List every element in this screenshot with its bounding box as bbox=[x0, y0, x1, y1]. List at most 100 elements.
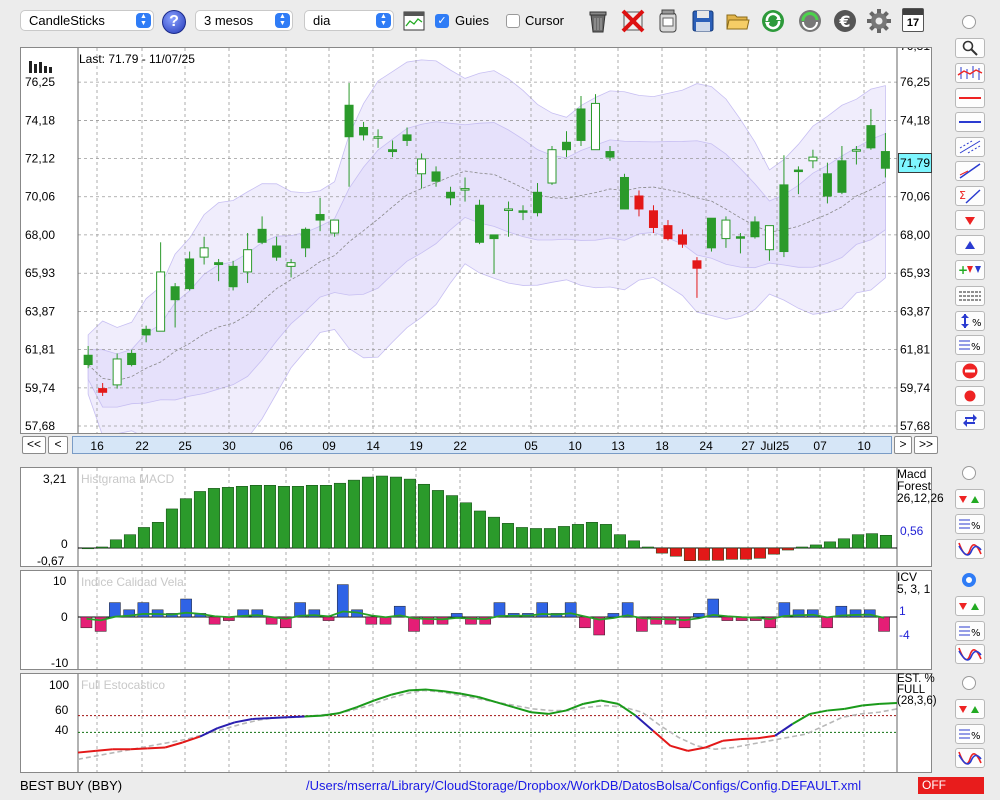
macd-oscillator-button[interactable] bbox=[955, 539, 985, 559]
price-panel-radio[interactable] bbox=[962, 15, 976, 29]
off-toggle[interactable]: OFF bbox=[918, 777, 984, 794]
swap-button[interactable] bbox=[955, 410, 985, 430]
candles-icon bbox=[957, 66, 983, 80]
gear-icon[interactable] bbox=[866, 8, 892, 34]
sto-k-segment bbox=[583, 699, 601, 705]
sto-signals-button[interactable] bbox=[955, 699, 985, 719]
price-y-label-right: 65,93 bbox=[900, 266, 930, 280]
euro-icon[interactable]: € bbox=[832, 8, 858, 34]
grid-lines-button[interactable] bbox=[955, 286, 985, 306]
macd-bar bbox=[501, 523, 514, 549]
date-axis-bar[interactable]: 16 22 25 30 06 09 14 19 22 05 10 13 18 24 27 Jul25 07 10 bbox=[72, 436, 892, 454]
trash-icon[interactable] bbox=[585, 8, 611, 34]
red-green-arrows-icon bbox=[959, 603, 979, 610]
arrow-up-button[interactable] bbox=[955, 235, 985, 255]
channel-tool-button[interactable] bbox=[955, 137, 985, 157]
horizontal-red-line-button[interactable] bbox=[955, 88, 985, 108]
price-panel[interactable]: 76,3176,2576,2574,1874,1872,1272,1270,06… bbox=[20, 47, 932, 434]
candle-body bbox=[98, 388, 108, 393]
macd-panel-radio[interactable] bbox=[962, 466, 976, 480]
record-icon bbox=[964, 390, 976, 402]
macd-bar bbox=[753, 547, 766, 559]
candle-body bbox=[330, 219, 340, 234]
chart-type-value: CandleSticks bbox=[29, 13, 105, 28]
macd-y-label: 0 bbox=[61, 537, 68, 551]
sto-legend: EST. % FULL (28,3,6) bbox=[897, 673, 937, 707]
red-green-arrows-icon bbox=[959, 706, 979, 713]
sto-oscillator-button[interactable] bbox=[955, 748, 985, 768]
macd-bar bbox=[221, 487, 234, 549]
sto-k-segment bbox=[757, 734, 776, 740]
stochastic-panel[interactable]: Full Estocastico 100 60 40 EST. % FULL (… bbox=[20, 673, 937, 773]
config-path-link[interactable]: /Users/mserra/Library/CloudStorage/Dropb… bbox=[306, 778, 861, 793]
nav-last-button[interactable]: >> bbox=[914, 436, 938, 454]
sto-k-segment bbox=[409, 688, 427, 692]
sto-k-segment bbox=[722, 738, 741, 742]
macd-panel[interactable]: Histgrama MACD 3,21 0 -0,67 Macd Forest … bbox=[20, 467, 944, 568]
icv-percent-button[interactable]: % bbox=[955, 621, 985, 641]
nav-first-button[interactable]: << bbox=[22, 436, 46, 454]
icv-bar bbox=[878, 616, 890, 632]
macd-bar bbox=[809, 544, 822, 549]
icv-legend: ICV 5, 3, 1 bbox=[897, 571, 930, 595]
chart-window-icon[interactable] bbox=[403, 11, 425, 31]
icv-panel[interactable]: Indice Calidad Vela 10 0 -10 ICV 5, 3, 1… bbox=[20, 570, 932, 670]
icv-y-label: 10 bbox=[53, 574, 67, 588]
macd-legend-3: 26,12,26 bbox=[897, 491, 944, 505]
zoom-button[interactable] bbox=[955, 38, 985, 58]
open-folder-icon[interactable] bbox=[725, 8, 751, 34]
calendar-icon[interactable]: 17 bbox=[902, 8, 924, 32]
sigma-tool-button[interactable]: Σ bbox=[955, 186, 985, 206]
nav-prev-button[interactable]: < bbox=[48, 436, 68, 454]
macd-bar bbox=[487, 516, 500, 549]
macd-legend: Macd Forest 26,12,26 bbox=[897, 468, 944, 504]
sto-percent-button[interactable]: % bbox=[955, 724, 985, 744]
macd-percent-button[interactable]: % bbox=[955, 514, 985, 534]
add-signal-button[interactable]: + bbox=[955, 260, 985, 280]
sto-k-segment bbox=[252, 717, 270, 720]
candles-tool-button[interactable] bbox=[955, 63, 985, 83]
stop-button[interactable] bbox=[955, 361, 985, 381]
svg-text:%: % bbox=[971, 731, 981, 742]
grid-lines-icon bbox=[959, 291, 981, 301]
sto-k-segment bbox=[234, 717, 253, 724]
network-refresh-icon[interactable] bbox=[797, 8, 823, 34]
icv-oscillator-button[interactable] bbox=[955, 644, 985, 664]
macd-bar bbox=[585, 522, 598, 549]
date-tick-label: 30 bbox=[222, 439, 236, 453]
price-y-label: 70,06 bbox=[25, 190, 55, 204]
arrow-down-button[interactable] bbox=[955, 210, 985, 230]
icv-bar bbox=[678, 616, 691, 629]
svg-text:%: % bbox=[971, 342, 981, 353]
price-y-label-right: 57,68 bbox=[900, 419, 930, 433]
sto-d-line bbox=[77, 689, 898, 761]
bar-chart-icon[interactable] bbox=[27, 55, 53, 73]
guides-checkbox[interactable]: ✓ bbox=[435, 14, 449, 28]
percent-scale-button[interactable]: % bbox=[955, 311, 985, 331]
jar-icon[interactable] bbox=[655, 8, 681, 34]
icv-bar bbox=[493, 602, 506, 618]
refresh-icon[interactable] bbox=[760, 8, 786, 34]
stochastic-panel-radio[interactable] bbox=[962, 676, 976, 690]
icv-signals-button[interactable] bbox=[955, 596, 985, 616]
nav-next-button[interactable]: > bbox=[894, 436, 912, 454]
cursor-checkbox[interactable] bbox=[506, 14, 520, 28]
percent-lines-button[interactable]: % bbox=[955, 335, 985, 355]
horizontal-blue-line-button[interactable] bbox=[955, 112, 985, 132]
chart-type-select[interactable]: CandleSticks ▲ ▼ bbox=[20, 10, 154, 31]
record-button[interactable] bbox=[955, 386, 985, 406]
trendline-tool-button[interactable] bbox=[955, 161, 985, 181]
delete-icon[interactable] bbox=[620, 8, 646, 34]
save-icon[interactable] bbox=[690, 8, 716, 34]
help-button[interactable]: ? bbox=[162, 10, 186, 34]
macd-signals-button[interactable] bbox=[955, 489, 985, 509]
icv-panel-radio[interactable] bbox=[962, 573, 976, 587]
macd-bar bbox=[95, 546, 108, 549]
price-chart[interactable]: 76,3176,2576,2574,1874,1872,1272,1270,06… bbox=[21, 48, 931, 433]
period-select[interactable]: 3 mesos ▲ ▼ bbox=[195, 10, 293, 31]
sto-k-segment bbox=[827, 707, 845, 712]
macd-title: Histgrama MACD bbox=[81, 472, 175, 486]
candle-body bbox=[721, 219, 731, 240]
interval-select[interactable]: dia ▲ ▼ bbox=[304, 10, 394, 31]
macd-bar bbox=[641, 546, 654, 549]
